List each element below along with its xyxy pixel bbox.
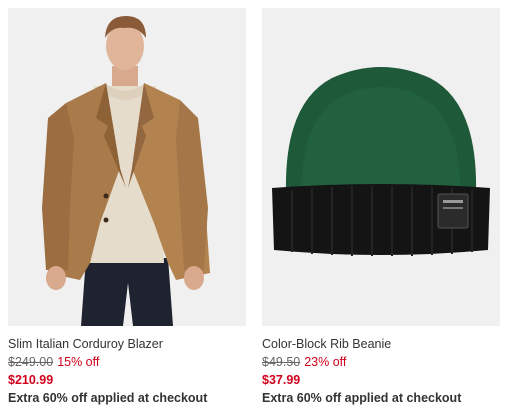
promo-text: Extra 60% off applied at checkout <box>262 391 462 405</box>
promo-text: Extra 60% off applied at checkout <box>8 391 208 405</box>
discount-percent: 15% off <box>57 355 100 369</box>
product-card[interactable]: Slim Italian Corduroy Blazer $249.00 15% … <box>8 8 246 405</box>
product-image-blazer[interactable] <box>8 8 246 326</box>
original-price: $249.00 <box>8 355 54 369</box>
original-price: $49.50 <box>262 355 301 369</box>
product-name[interactable]: Slim Italian Corduroy Blazer <box>8 337 246 351</box>
discount-percent: 23% off <box>304 355 347 369</box>
price-line: $249.00 15% off <box>8 355 246 369</box>
product-card[interactable]: Color-Block Rib Beanie $49.50 23% off $37… <box>262 8 500 405</box>
product-name[interactable]: Color-Block Rib Beanie <box>262 337 500 351</box>
sale-price: $37.99 <box>262 373 301 387</box>
sale-price: $210.99 <box>8 373 54 387</box>
price-line: $49.50 23% off <box>262 355 500 369</box>
product-image-beanie[interactable] <box>262 8 500 326</box>
